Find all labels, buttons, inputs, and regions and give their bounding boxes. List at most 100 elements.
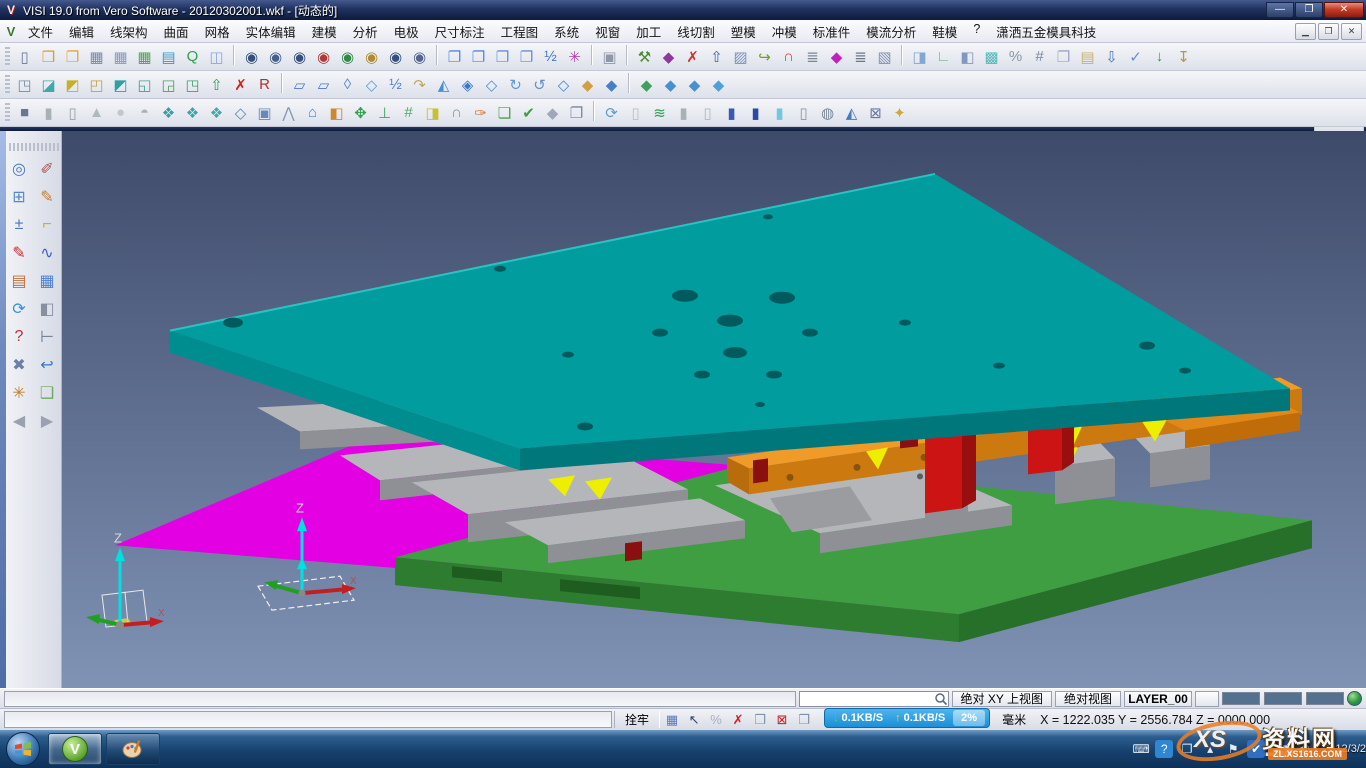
cyl-wire[interactable]: ◍: [816, 101, 839, 124]
face-plane-1[interactable]: ▱: [288, 73, 311, 96]
measure-dim[interactable]: ⊢: [35, 324, 60, 349]
mdi-minimize-button[interactable]: ▁: [1295, 23, 1316, 40]
prim-torus[interactable]: ◓: [133, 101, 156, 124]
crystal-magenta[interactable]: ◆: [825, 45, 848, 68]
box-delete[interactable]: ⊠: [772, 711, 792, 729]
cyl-cut[interactable]: ⊠: [864, 101, 887, 124]
face-plane-2[interactable]: ▱: [312, 73, 335, 96]
drop-cube-1[interactable]: ❖: [157, 101, 180, 124]
dynamic-pencil[interactable]: ✎: [7, 240, 32, 265]
units-label[interactable]: 毫米: [994, 711, 1034, 728]
curve-blue[interactable]: ∿: [35, 240, 60, 265]
insert-file[interactable]: ❐: [61, 45, 84, 68]
doc-settings[interactable]: ▨: [729, 45, 752, 68]
prim-box[interactable]: ■: [13, 101, 36, 124]
frame-select[interactable]: ⊞: [7, 184, 32, 209]
arch-block[interactable]: ∩: [445, 101, 468, 124]
menu-item-21[interactable]: 潇洒五金模具科技: [988, 19, 1104, 44]
menu-item-0[interactable]: 文件: [20, 19, 61, 44]
cyl-badge[interactable]: ◭: [840, 101, 863, 124]
menu-item-17[interactable]: 标准件: [805, 19, 859, 44]
hand-small[interactable]: ◆: [541, 101, 564, 124]
taskbar-paint-button[interactable]: [106, 733, 160, 765]
title-bar[interactable]: V VISI 19.0 from Vero Software - 2012030…: [0, 0, 1366, 20]
menu-item-8[interactable]: 电极: [386, 19, 427, 44]
menu-item-14[interactable]: 线切割: [669, 19, 723, 44]
new-document[interactable]: ▯: [13, 45, 36, 68]
layer-page-merge[interactable]: ❐: [491, 45, 514, 68]
uv-up[interactable]: ◆: [635, 73, 658, 96]
drop-cube-3[interactable]: ❖: [205, 101, 228, 124]
sheet-stack[interactable]: ≣: [801, 45, 824, 68]
stool-green[interactable]: ⊥: [373, 101, 396, 124]
split-window[interactable]: ◫: [205, 45, 228, 68]
open-file[interactable]: ❒: [37, 45, 60, 68]
color-swatch-3[interactable]: [1306, 692, 1344, 705]
menu-item-10[interactable]: 工程图: [493, 19, 547, 44]
view-plus[interactable]: ◉: [384, 45, 407, 68]
box-hidden[interactable]: ❒: [794, 711, 814, 729]
toolbar-grip[interactable]: [5, 47, 10, 67]
menu-item-12[interactable]: 视窗: [587, 19, 628, 44]
menu-item-18[interactable]: 模流分析: [858, 19, 924, 44]
cyl-plain[interactable]: ▯: [624, 101, 647, 124]
boxes-pair[interactable]: ❐: [565, 101, 588, 124]
prim-block[interactable]: ▯: [61, 101, 84, 124]
sheet-stack-2[interactable]: ≣: [849, 45, 872, 68]
face-drape[interactable]: ◊: [336, 73, 359, 96]
layer-page-move[interactable]: ❐: [467, 45, 490, 68]
box-green-arrows[interactable]: ✥: [349, 101, 372, 124]
menu-item-16[interactable]: 冲模: [764, 19, 805, 44]
world-icon[interactable]: [1347, 691, 1362, 706]
lock-toggle[interactable]: 拴牢: [614, 711, 660, 728]
menu-item-2[interactable]: 线架构: [102, 19, 156, 44]
zoom-select[interactable]: ◎: [7, 156, 32, 181]
sketch-prism[interactable]: ⋀: [277, 101, 300, 124]
box-orange-top[interactable]: ◧: [325, 101, 348, 124]
view-delete[interactable]: ◉: [240, 45, 263, 68]
minimize-button[interactable]: —: [1266, 2, 1294, 18]
hook-check[interactable]: ✓: [1124, 45, 1147, 68]
pin-down[interactable]: ⇩: [1100, 45, 1123, 68]
view-traffic[interactable]: ◉: [312, 45, 335, 68]
mdi-close-button[interactable]: ✕: [1341, 23, 1362, 40]
erase-layers[interactable]: ▤: [7, 268, 32, 293]
face-hand[interactable]: ◆: [576, 73, 599, 96]
zoom-in-out[interactable]: ±: [7, 212, 32, 237]
frame-cube[interactable]: ▣: [253, 101, 276, 124]
nav-forward[interactable]: ▶: [35, 408, 60, 433]
save[interactable]: ▦: [85, 45, 108, 68]
cyl-refresh[interactable]: ⟳: [600, 101, 623, 124]
box-edit[interactable]: ❒: [750, 711, 770, 729]
toolbar-grip[interactable]: [5, 103, 10, 123]
hand-orange[interactable]: ✑: [469, 101, 492, 124]
close-button[interactable]: ✕: [1324, 2, 1364, 18]
boxes-stack[interactable]: ❏: [493, 101, 516, 124]
network-speed-widget[interactable]: ↓ 0.1KB/S ↑ 0.1KB/S 2%: [824, 708, 990, 728]
save-all[interactable]: ▦: [133, 45, 156, 68]
face-offset[interactable]: ◇: [480, 73, 503, 96]
delete-trash[interactable]: ✖: [7, 352, 32, 377]
box-cyan[interactable]: ▩: [980, 45, 1003, 68]
view-add-construct[interactable]: ◉: [288, 45, 311, 68]
shaded-cube[interactable]: ◧: [35, 296, 60, 321]
magic-select[interactable]: ✦: [888, 101, 911, 124]
check-compare[interactable]: ✔: [517, 101, 540, 124]
menu-item-7[interactable]: 分析: [345, 19, 386, 44]
cyl-navy[interactable]: ▮: [744, 101, 767, 124]
menu-item-11[interactable]: 系统: [546, 19, 587, 44]
export-mail[interactable]: ↧: [1172, 45, 1195, 68]
menu-item-1[interactable]: 编辑: [61, 19, 102, 44]
menu-item-6[interactable]: 建模: [304, 19, 345, 44]
snap-grid[interactable]: ▦: [662, 711, 682, 729]
notes-pad[interactable]: ❑: [35, 380, 60, 405]
undo-view[interactable]: ↩: [35, 352, 60, 377]
solid-face-check[interactable]: ◩: [61, 73, 84, 96]
blank-button[interactable]: [1195, 691, 1219, 707]
gem-purple[interactable]: ◆: [657, 45, 680, 68]
color-swatch-2[interactable]: [1264, 692, 1302, 705]
face-link[interactable]: ↺: [528, 73, 551, 96]
menu-item-5[interactable]: 实体编辑: [238, 19, 304, 44]
copy-doc[interactable]: ❐: [1052, 45, 1075, 68]
profile-yellow[interactable]: ⌐: [35, 212, 60, 237]
